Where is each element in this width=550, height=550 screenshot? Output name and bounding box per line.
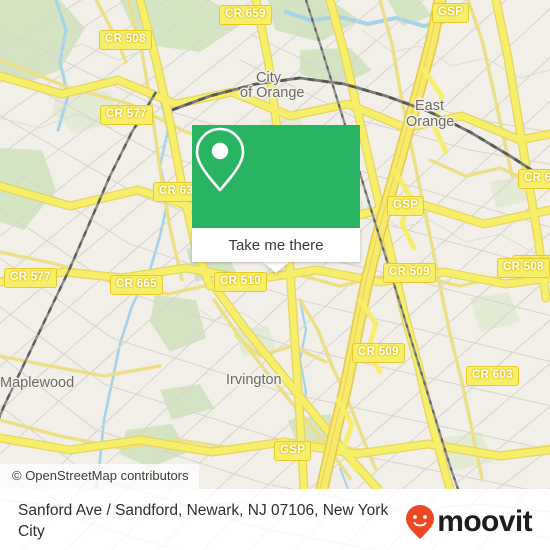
road-shield: CR 603 <box>466 366 519 386</box>
map-canvas[interactable]: CR 659 GSP CR 508 CR 577 CR 65 CR 508 GS… <box>0 0 550 489</box>
road-shield-label: CR 659 <box>225 8 266 20</box>
road-shield: GSP <box>387 196 425 216</box>
road-shield-label: CR 577 <box>10 271 51 283</box>
road-shield-label: CR 577 <box>106 108 147 120</box>
map-attribution[interactable]: © OpenStreetMap contributors <box>0 464 199 489</box>
road-shield-label: CR 508 <box>503 261 544 273</box>
road-shield: CR 510 <box>214 272 267 292</box>
callout-pointer <box>263 262 289 273</box>
road-shield-label: GSP <box>280 444 306 456</box>
callout-header <box>192 125 360 228</box>
road-shield-label: CR 508 <box>105 33 146 45</box>
road-shield: CR 508 <box>497 258 550 278</box>
footer-bar: Sanford Ave / Sandford, Newark, NJ 07106… <box>0 489 550 550</box>
road-shield: CR 508 <box>99 30 152 50</box>
road-shield-label: CR 603 <box>472 369 513 381</box>
road-shield: CR 577 <box>4 268 57 288</box>
road-shield: CR 509 <box>352 343 405 363</box>
road-shield-label: CR 510 <box>220 275 261 287</box>
road-shield: GSP <box>432 3 470 23</box>
take-me-there-label: Take me there <box>228 236 324 254</box>
road-shield: CR 509 <box>383 263 436 283</box>
take-me-there-button[interactable]: Take me there <box>192 228 360 262</box>
moovit-wordmark: moovit <box>437 505 532 538</box>
road-shield-label: GSP <box>438 6 464 18</box>
station-address: Sanford Ave / Sandford, Newark, NJ 07106… <box>18 502 389 540</box>
road-shield-label: CR 665 <box>116 278 157 290</box>
road-shield: GSP <box>274 441 312 461</box>
road-shield-label: GSP <box>393 199 419 211</box>
road-shield: CR 65 <box>518 169 550 189</box>
road-shield-label: CR 65 <box>524 172 550 184</box>
moovit-pin-icon <box>406 505 435 539</box>
road-shield: CR 659 <box>219 5 272 25</box>
road-shield-label: CR 509 <box>389 266 430 278</box>
road-shield-label: CR 509 <box>358 346 399 358</box>
road-shield: CR 577 <box>100 105 153 125</box>
road-shield: CR 665 <box>110 275 163 295</box>
map-pin-icon <box>195 127 245 192</box>
moovit-logo[interactable]: moovit <box>405 504 533 540</box>
location-callout[interactable]: Take me there <box>192 125 360 273</box>
moovit-station-card: CR 659 GSP CR 508 CR 577 CR 65 CR 508 GS… <box>0 0 550 550</box>
